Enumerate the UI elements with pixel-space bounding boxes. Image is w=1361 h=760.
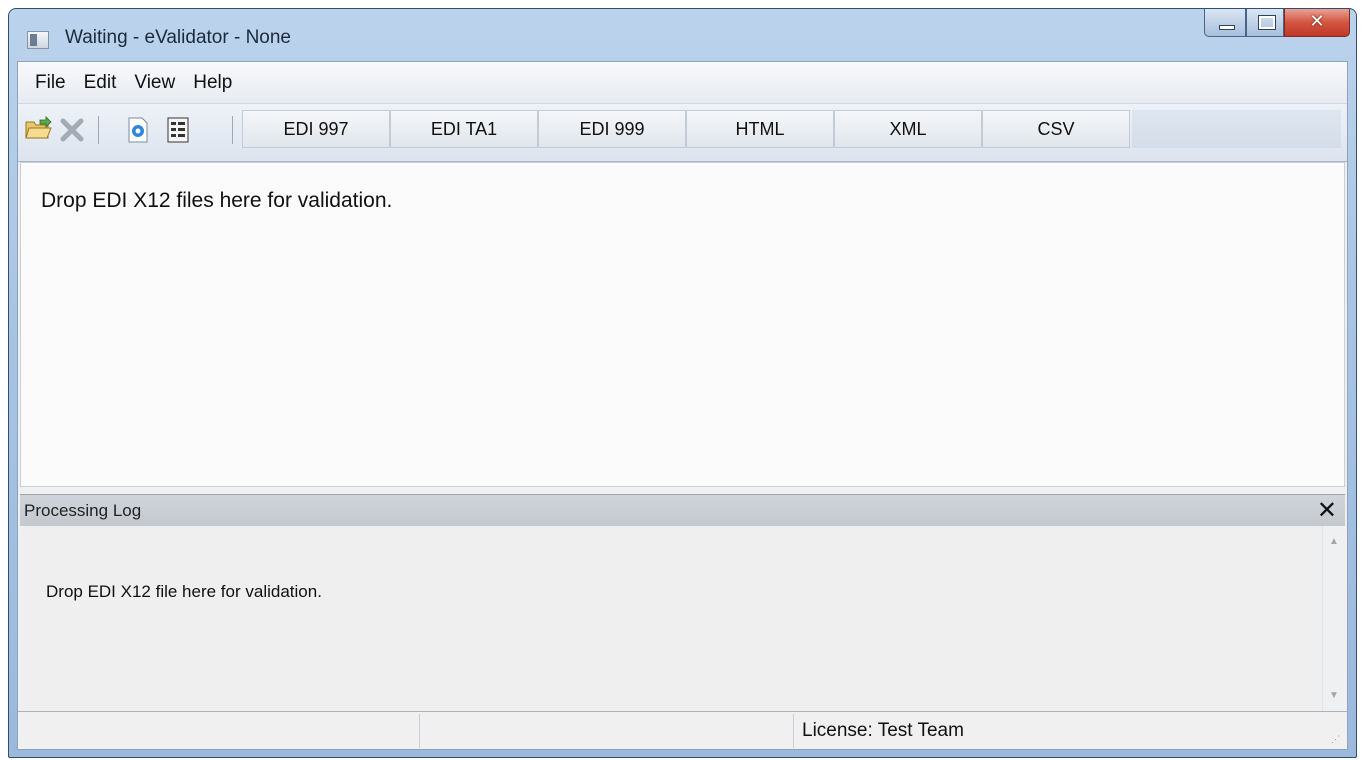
- log-scrollbar[interactable]: ▲ ▼: [1322, 526, 1345, 712]
- xml-button[interactable]: XML: [834, 110, 982, 148]
- maximize-button[interactable]: [1246, 9, 1284, 37]
- processing-log[interactable]: Drop EDI X12 file here for validation. ▲…: [20, 526, 1345, 712]
- close-button[interactable]: ✕: [1284, 9, 1350, 37]
- app-window: Waiting - eValidator - None ✕ File Edit …: [8, 8, 1357, 758]
- toolbar: EDI 997 EDI TA1 EDI 999 HTML XML CSV: [18, 104, 1347, 162]
- toolbar-separator: [232, 116, 233, 144]
- app-icon[interactable]: [27, 31, 49, 49]
- resize-grip-icon[interactable]: ⋰: [1331, 733, 1343, 745]
- delete-icon[interactable]: [58, 116, 86, 144]
- toolbar-filler: [1132, 110, 1341, 148]
- edi-999-button[interactable]: EDI 999: [538, 110, 686, 148]
- processing-log-title: Processing Log: [24, 501, 142, 520]
- edi-997-button[interactable]: EDI 997: [242, 110, 390, 148]
- scroll-down-icon[interactable]: ▼: [1323, 686, 1345, 706]
- drop-instruction: Drop EDI X12 files here for validation.: [41, 189, 393, 212]
- status-bar: License: Test Team ⋰: [18, 711, 1347, 749]
- window-title: Waiting - eValidator - None: [65, 27, 291, 48]
- menu-view[interactable]: View: [125, 72, 184, 103]
- html-button[interactable]: HTML: [686, 110, 834, 148]
- close-icon[interactable]: ✕: [1317, 496, 1337, 524]
- license-status: License: Test Team: [802, 720, 964, 741]
- menu-bar: File Edit View Help: [18, 62, 1347, 104]
- menu-file[interactable]: File: [26, 72, 75, 103]
- csv-button[interactable]: CSV: [982, 110, 1130, 148]
- drop-area[interactable]: Drop EDI X12 files here for validation.: [20, 162, 1345, 487]
- open-folder-icon[interactable]: [24, 116, 52, 144]
- menu-help[interactable]: Help: [184, 72, 241, 103]
- client-area: File Edit View Help EDI 997 EDI TA1 EDI …: [17, 61, 1348, 750]
- scroll-up-icon[interactable]: ▲: [1323, 532, 1345, 552]
- status-pane-1: [18, 714, 420, 748]
- title-bar[interactable]: Waiting - eValidator - None ✕: [9, 9, 1356, 61]
- edi-ta1-button[interactable]: EDI TA1: [390, 110, 538, 148]
- processing-log-header: Processing Log ✕: [20, 494, 1345, 526]
- window-controls: ✕: [1204, 9, 1350, 39]
- toolbar-separator: [98, 116, 99, 144]
- log-message: Drop EDI X12 file here for validation.: [46, 582, 322, 601]
- minimize-button[interactable]: [1204, 9, 1246, 37]
- list-icon[interactable]: [164, 116, 192, 144]
- menu-edit[interactable]: Edit: [75, 72, 126, 103]
- settings-icon[interactable]: [124, 116, 152, 144]
- status-pane-2: [420, 714, 794, 748]
